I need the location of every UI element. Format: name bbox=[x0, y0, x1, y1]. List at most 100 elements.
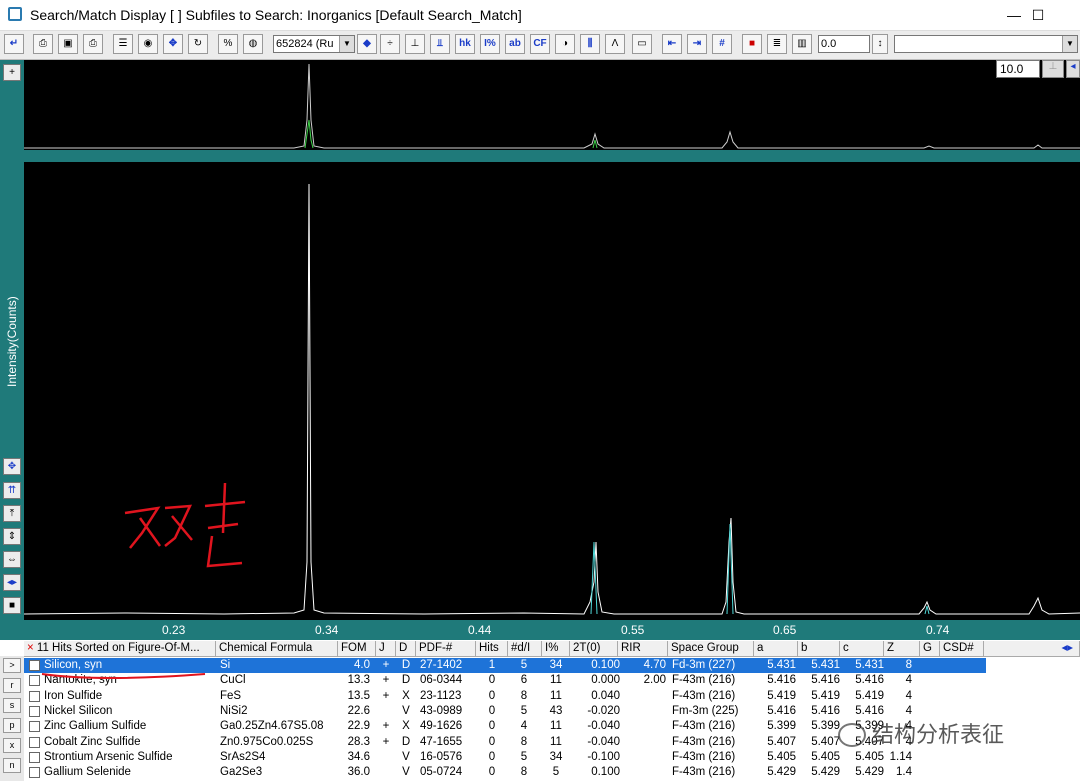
color-drop-icon[interactable]: ◆ bbox=[357, 34, 377, 54]
column-header[interactable]: b bbox=[798, 641, 840, 657]
stack-icon[interactable]: ≣ bbox=[767, 34, 787, 54]
maximize-button[interactable]: ☐ bbox=[1018, 2, 1058, 28]
up-double-icon[interactable]: ⇈ bbox=[3, 482, 21, 499]
row-checkbox[interactable] bbox=[29, 690, 40, 702]
column-header[interactable]: Z bbox=[884, 641, 920, 657]
camera-icon[interactable]: ◉ bbox=[138, 34, 158, 54]
expand-icon[interactable]: ✥ bbox=[3, 458, 21, 475]
row-checkbox[interactable] bbox=[29, 767, 40, 779]
horizontal-resize-icon[interactable]: ⇔ bbox=[3, 551, 21, 568]
row-checkbox[interactable] bbox=[29, 705, 40, 717]
scroll-arrows-icon[interactable]: ◂▸ bbox=[984, 641, 1080, 657]
column-header[interactable]: c bbox=[840, 641, 884, 657]
zoom-field[interactable]: 10.0 bbox=[996, 60, 1040, 78]
stop-icon[interactable]: ■ bbox=[742, 34, 762, 54]
moon-icon[interactable]: ◑ bbox=[555, 34, 575, 54]
column-header[interactable]: D bbox=[396, 641, 416, 657]
column-header[interactable]: FOM bbox=[338, 641, 376, 657]
cell-pdf: 47-1655 bbox=[420, 735, 463, 748]
row-checkbox[interactable] bbox=[29, 721, 40, 733]
spinner-icon[interactable]: ↕ bbox=[872, 34, 888, 54]
row-checkbox[interactable] bbox=[29, 675, 40, 687]
left-right-icon[interactable]: ◂▸ bbox=[3, 574, 21, 591]
table-row[interactable]: Gallium Selenide Ga2Se3 36.0 V 05-0724 0 8 5 0.1… bbox=[24, 765, 1080, 780]
side-button[interactable]: r bbox=[3, 678, 21, 693]
table-row[interactable]: Strontium Arsenic Sulfide SrAs2S4 34.6 V 16-… bbox=[24, 750, 1080, 765]
column-header[interactable]: 2T(0) bbox=[570, 641, 618, 657]
chart-icon[interactable]: ▥ bbox=[792, 34, 812, 54]
row-checkbox[interactable] bbox=[29, 660, 40, 671]
divide-icon[interactable]: ÷ bbox=[380, 34, 400, 54]
column-header[interactable]: G bbox=[920, 641, 940, 657]
align-left-icon[interactable]: ⇤ bbox=[662, 34, 682, 54]
top-arrow-icon[interactable]: ⤒ bbox=[3, 505, 21, 522]
peak-label-icon[interactable]: ⫫ bbox=[430, 34, 450, 54]
overview-pattern bbox=[24, 63, 1080, 149]
frame-icon[interactable]: ▭ bbox=[632, 34, 652, 54]
lambda-icon[interactable]: Λ bbox=[605, 34, 625, 54]
column-header-hits[interactable]: × 11 Hits Sorted on Figure-Of-M... bbox=[24, 641, 216, 657]
column-header[interactable]: Space Group bbox=[668, 641, 754, 657]
side-button[interactable]: x bbox=[3, 738, 21, 753]
chevron-down-icon[interactable]: ▼ bbox=[1062, 36, 1077, 52]
print-icon[interactable]: ⎙ bbox=[33, 34, 53, 54]
column-header[interactable]: a bbox=[754, 641, 798, 657]
save-icon[interactable]: ▣ bbox=[58, 34, 78, 54]
side-button[interactable]: > bbox=[3, 658, 21, 673]
cell-a: 5.405 bbox=[767, 750, 796, 763]
side-button[interactable]: p bbox=[3, 718, 21, 733]
column-header[interactable]: RIR bbox=[618, 641, 668, 657]
search-combo[interactable]: ▼ bbox=[894, 35, 1078, 53]
hkl-icon[interactable]: hk bbox=[455, 34, 475, 54]
back-arrow-icon[interactable]: ↵ bbox=[4, 34, 24, 54]
column-header[interactable]: CSD# bbox=[940, 641, 984, 657]
x-tick: 0.44 bbox=[468, 623, 492, 637]
cell-di: 5 bbox=[520, 750, 528, 763]
cell-sg: Fd-3m (227) bbox=[672, 659, 736, 671]
cell-name: Nickel Silicon bbox=[44, 704, 113, 717]
cf-icon[interactable]: CF bbox=[530, 34, 550, 54]
refresh-icon[interactable]: ↻ bbox=[188, 34, 208, 54]
plus-button[interactable]: + bbox=[3, 64, 21, 81]
peaks-icon[interactable]: ⊥ bbox=[405, 34, 425, 54]
move-icon[interactable]: ✥ bbox=[163, 34, 183, 54]
cell-d: D bbox=[401, 659, 411, 671]
globe-icon[interactable]: ◍ bbox=[243, 34, 263, 54]
table-row[interactable]: Iron Sulfide FeS 13.5 + X 23-1123 0 8 11 0.040 F-4… bbox=[24, 689, 1080, 704]
printer-icon[interactable]: ⎙ bbox=[83, 34, 103, 54]
side-button[interactable]: n bbox=[3, 758, 21, 773]
align-right-icon[interactable]: ⇥ bbox=[687, 34, 707, 54]
column-header[interactable]: J bbox=[376, 641, 396, 657]
grid-icon[interactable]: # bbox=[712, 34, 732, 54]
scale-icon[interactable]: % bbox=[218, 34, 238, 54]
pattern-select[interactable]: 652824 (Ru ▼ bbox=[273, 35, 355, 53]
column-header[interactable]: Hits bbox=[476, 641, 508, 657]
cell-hits: 0 bbox=[488, 766, 496, 779]
column-header[interactable]: Chemical Formula bbox=[216, 641, 338, 657]
close-icon[interactable]: × bbox=[27, 642, 34, 654]
zoom-apply-icon[interactable]: ⊥ bbox=[1042, 60, 1064, 78]
overview-plot[interactable]: 10.0 ⊥ ◂ bbox=[24, 60, 1080, 150]
vertical-resize-icon[interactable]: ⇕ bbox=[3, 528, 21, 545]
scroll-left-icon[interactable]: ◂ bbox=[1066, 60, 1080, 78]
cell-fom: 22.6 bbox=[347, 704, 370, 717]
row-checkbox[interactable] bbox=[29, 751, 40, 763]
column-header[interactable]: I% bbox=[542, 641, 570, 657]
chevron-down-icon[interactable]: ▼ bbox=[339, 36, 354, 52]
column-header[interactable]: PDF-# bbox=[416, 641, 476, 657]
column-header[interactable]: #d/I bbox=[508, 641, 542, 657]
bars-icon[interactable]: ⫼ bbox=[580, 34, 600, 54]
row-checkbox[interactable] bbox=[29, 736, 40, 748]
list-icon[interactable]: ☰ bbox=[113, 34, 133, 54]
side-button[interactable]: s bbox=[3, 698, 21, 713]
value-field[interactable]: 0.0 bbox=[818, 35, 870, 53]
abc-icon[interactable]: ab bbox=[505, 34, 525, 54]
i-percent-icon[interactable]: I% bbox=[480, 34, 500, 54]
cell-j: + bbox=[382, 689, 390, 702]
cell-formula: Zn0.975Co0.025S bbox=[220, 735, 314, 748]
cell-ip: 34 bbox=[549, 750, 563, 763]
x-axis-bar: 0.23 0.34 0.44 0.55 0.65 0.74 bbox=[0, 620, 1080, 640]
stop-square-icon[interactable]: ■ bbox=[3, 597, 21, 614]
cell-formula: Ga2Se3 bbox=[220, 766, 263, 779]
cell-z: 1.4 bbox=[896, 766, 912, 779]
